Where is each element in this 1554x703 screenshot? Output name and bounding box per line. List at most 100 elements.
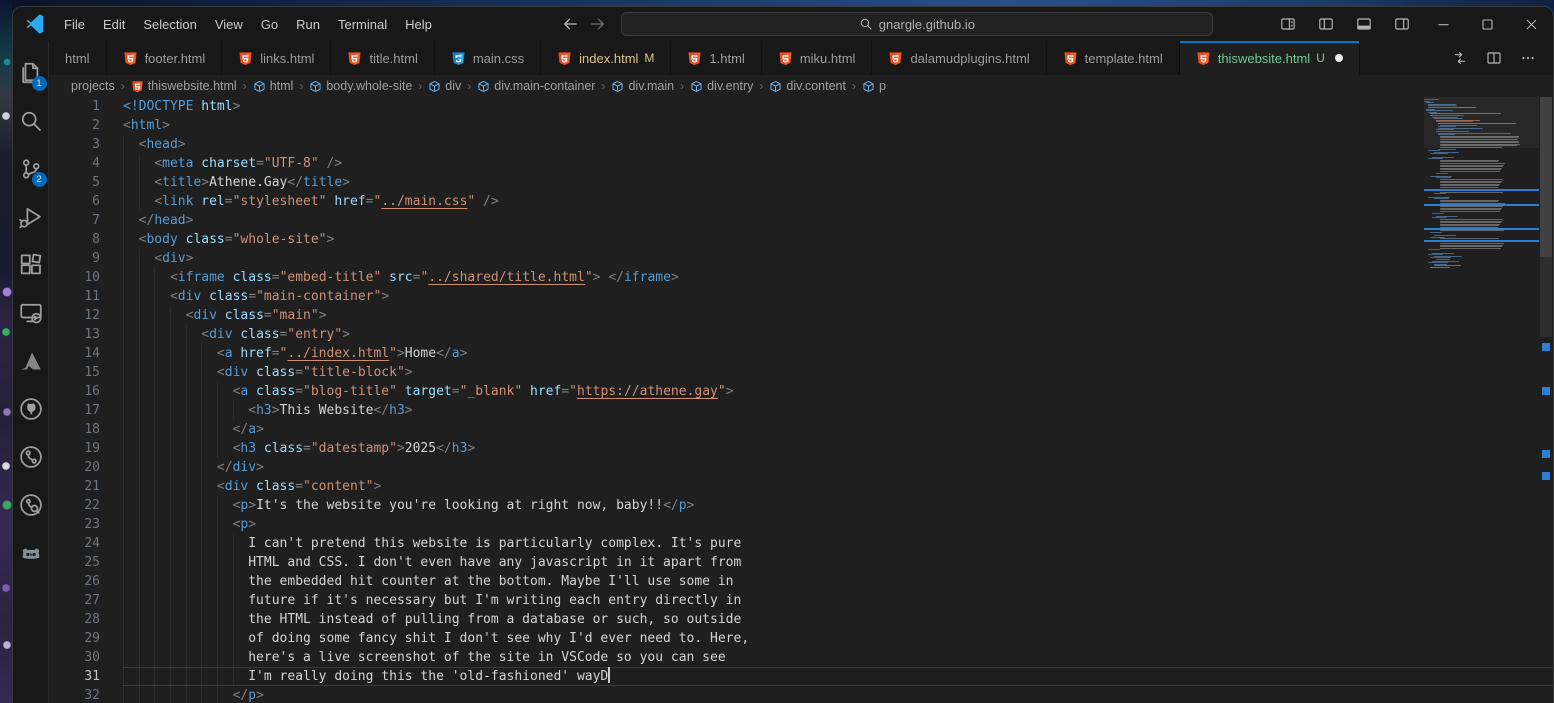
indent-guide bbox=[186, 344, 187, 363]
code-line-8[interactable]: 8 <body class="whole-site"> bbox=[49, 230, 1553, 249]
code-line-27[interactable]: 27 future if it's necessary but I'm writ… bbox=[49, 591, 1553, 610]
code-line-20[interactable]: 20 </div> bbox=[49, 458, 1553, 477]
code-line-15[interactable]: 15 <div class="title-block"> bbox=[49, 363, 1553, 382]
tab-footer.html[interactable]: footer.html bbox=[107, 41, 223, 75]
code-line-10[interactable]: 10 <iframe class="embed-title" src="../s… bbox=[49, 268, 1553, 287]
menu-help[interactable]: Help bbox=[396, 13, 441, 36]
line-number: 11 bbox=[49, 287, 123, 306]
tab-dalamudplugins.html[interactable]: dalamudplugins.html bbox=[872, 41, 1046, 75]
code-line-6[interactable]: 6 <link rel="stylesheet" href="../main.c… bbox=[49, 192, 1553, 211]
tab-main.css[interactable]: main.css bbox=[435, 41, 541, 75]
code-line-12[interactable]: 12 <div class="main"> bbox=[49, 306, 1553, 325]
activity-godot[interactable] bbox=[13, 529, 49, 577]
tab-template.html[interactable]: template.html bbox=[1047, 41, 1180, 75]
activity-github[interactable] bbox=[13, 385, 49, 433]
activity-explorer[interactable]: 1 bbox=[13, 49, 49, 97]
tab-label: 1.html bbox=[709, 51, 744, 66]
menu-view[interactable]: View bbox=[206, 13, 252, 36]
tab-html[interactable]: html bbox=[49, 41, 107, 75]
tab-links.html[interactable]: links.html bbox=[222, 41, 331, 75]
activity-search[interactable] bbox=[13, 97, 49, 145]
activity-gitlens-inspect[interactable] bbox=[13, 481, 49, 529]
code-line-31[interactable]: 31 I'm really doing this the 'old-fashio… bbox=[49, 667, 1553, 686]
breadcrumb-div.entry[interactable]: div.entry bbox=[690, 79, 753, 93]
line-number: 10 bbox=[49, 268, 123, 287]
activity-run-debug[interactable] bbox=[13, 193, 49, 241]
code-line-25[interactable]: 25 HTML and CSS. I don't even have any j… bbox=[49, 553, 1553, 572]
menu-go[interactable]: Go bbox=[252, 13, 287, 36]
activity-azure[interactable] bbox=[13, 337, 49, 385]
code-line-29[interactable]: 29 of doing some fancy shit I don't see … bbox=[49, 629, 1553, 648]
activity-gitlens[interactable] bbox=[13, 433, 49, 481]
code-line-24[interactable]: 24 I can't pretend this website is parti… bbox=[49, 534, 1553, 553]
html-icon bbox=[778, 51, 793, 66]
breadcrumb-projects[interactable]: projects bbox=[71, 79, 115, 93]
breadcrumb-div.main[interactable]: div.main bbox=[611, 79, 674, 93]
code-line-13[interactable]: 13 <div class="entry"> bbox=[49, 325, 1553, 344]
tab-thiswebsite.html[interactable]: thiswebsite.htmlU bbox=[1180, 41, 1360, 75]
toggle-panel-right-button[interactable] bbox=[1387, 11, 1417, 37]
code-line-19[interactable]: 19 <h3 class="datestamp">2025</h3> bbox=[49, 439, 1553, 458]
line-number: 3 bbox=[49, 135, 123, 154]
tab-title.html[interactable]: title.html bbox=[331, 41, 434, 75]
activity-remote-explorer[interactable] bbox=[13, 289, 49, 337]
menu-file[interactable]: File bbox=[55, 13, 94, 36]
code-line-32[interactable]: 32 </p> bbox=[49, 686, 1553, 703]
maximize-button[interactable] bbox=[1465, 7, 1509, 41]
menu-terminal[interactable]: Terminal bbox=[329, 13, 396, 36]
activity-source-control[interactable]: 2 bbox=[13, 145, 49, 193]
indent-guide bbox=[139, 553, 140, 572]
code-line-28[interactable]: 28 the HTML instead of pulling from a da… bbox=[49, 610, 1553, 629]
code-line-18[interactable]: 18 </a> bbox=[49, 420, 1553, 439]
indent-guide bbox=[233, 667, 234, 686]
command-center-search[interactable]: gnargle.github.io bbox=[621, 12, 1213, 36]
breadcrumb-div[interactable]: div bbox=[428, 79, 461, 93]
tab-index.html[interactable]: index.htmlM bbox=[541, 41, 671, 75]
breadcrumb-thiswebsite.html[interactable]: thiswebsite.html bbox=[131, 79, 237, 93]
code-line-17[interactable]: 17 <h3>This Website</h3> bbox=[49, 401, 1553, 420]
more-actions-button[interactable] bbox=[1513, 45, 1543, 71]
code-line-4[interactable]: 4 <meta charset="UTF-8" /> bbox=[49, 154, 1553, 173]
code-line-21[interactable]: 21 <div class="content"> bbox=[49, 477, 1553, 496]
code-line-30[interactable]: 30 here's a live screenshot of the site … bbox=[49, 648, 1553, 667]
code-line-26[interactable]: 26 the embedded hit counter at the botto… bbox=[49, 572, 1553, 591]
breadcrumb-body.whole-site[interactable]: body.whole-site bbox=[309, 79, 412, 93]
code-line-3[interactable]: 3 <head> bbox=[49, 135, 1553, 154]
code-line-7[interactable]: 7 </head> bbox=[49, 211, 1553, 230]
code-line-16[interactable]: 16 <a class="blog-title" target="_blank"… bbox=[49, 382, 1553, 401]
editor-scrollbar[interactable] bbox=[1539, 97, 1553, 703]
code-line-1[interactable]: 1<!DOCTYPE html> bbox=[49, 97, 1553, 116]
code-line-2[interactable]: 2<html> bbox=[49, 116, 1553, 135]
close-button[interactable] bbox=[1509, 7, 1553, 41]
menu-run[interactable]: Run bbox=[287, 13, 329, 36]
toggle-panel-bottom-button[interactable] bbox=[1349, 11, 1379, 37]
split-editor-button[interactable] bbox=[1479, 45, 1509, 71]
open-changes-button[interactable] bbox=[1445, 45, 1475, 71]
back-arrow-icon[interactable] bbox=[561, 15, 579, 33]
breadcrumb-div.content[interactable]: div.content bbox=[769, 79, 846, 93]
tab-miku.html[interactable]: miku.html bbox=[762, 41, 873, 75]
activity-extensions[interactable] bbox=[13, 241, 49, 289]
code-line-23[interactable]: 23 <p> bbox=[49, 515, 1553, 534]
code-line-5[interactable]: 5 <title>Athene.Gay</title> bbox=[49, 173, 1553, 192]
line-content: <div class="content"> bbox=[123, 477, 1553, 496]
tab-1.html[interactable]: 1.html bbox=[671, 41, 761, 75]
menu-selection[interactable]: Selection bbox=[134, 13, 205, 36]
code-editor[interactable]: 1<!DOCTYPE html>2<html>3 <head>4 <meta c… bbox=[49, 97, 1553, 703]
code-line-22[interactable]: 22 <p>It's the website you're looking at… bbox=[49, 496, 1553, 515]
minimize-button[interactable] bbox=[1421, 7, 1465, 41]
code-line-11[interactable]: 11 <div class="main-container"> bbox=[49, 287, 1553, 306]
breadcrumb-p[interactable]: p bbox=[862, 79, 886, 93]
toggle-panel-left-button[interactable] bbox=[1311, 11, 1341, 37]
breadcrumb-div.main-container[interactable]: div.main-container bbox=[477, 79, 595, 93]
indent-guide bbox=[170, 610, 171, 629]
code-line-9[interactable]: 9 <div> bbox=[49, 249, 1553, 268]
customize-layout-button[interactable] bbox=[1273, 11, 1303, 37]
scrollbar-thumb[interactable] bbox=[1540, 97, 1552, 257]
minimap[interactable] bbox=[1424, 97, 1539, 703]
menu-edit[interactable]: Edit bbox=[94, 13, 134, 36]
breadcrumb-html[interactable]: html bbox=[253, 79, 294, 93]
indent-guide bbox=[154, 648, 155, 667]
code-line-14[interactable]: 14 <a href="../index.html">Home</a> bbox=[49, 344, 1553, 363]
forward-arrow-icon[interactable] bbox=[589, 15, 607, 33]
